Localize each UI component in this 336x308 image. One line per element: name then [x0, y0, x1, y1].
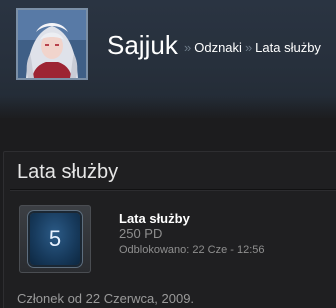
badge-name: Lata służby [119, 211, 190, 226]
avatar-image [18, 10, 86, 78]
breadcrumb-separator: » [244, 40, 253, 55]
member-since: Członek od 22 Czerwca, 2009. [17, 291, 195, 306]
badge-panel: Lata służby 5 Lata służby 250 PD Odbloko… [3, 151, 336, 308]
panel-divider-highlight [10, 190, 336, 191]
avatar[interactable] [16, 8, 88, 80]
panel-title: Lata służby [17, 161, 119, 183]
badge-tile: 5 [19, 205, 91, 273]
badge-unlocked-date: Odblokowano: 22 Cze - 12:56 [119, 244, 265, 256]
breadcrumb-separator: » [184, 40, 192, 55]
years-of-service-badge-icon: 5 [30, 213, 80, 265]
badge-xp: 250 PD [119, 226, 163, 241]
profile-header: Sajjuk » Odznaki» Lata służby [0, 0, 336, 118]
persona-name[interactable]: Sajjuk [107, 30, 178, 60]
badge-detail-page: Sajjuk » Odznaki» Lata służby Lata służby … [0, 0, 336, 308]
breadcrumb-item-badges[interactable]: Odznaki [194, 40, 242, 55]
badge-level: 5 [48, 226, 62, 251]
breadcrumb: » Odznaki» Lata służby [181, 40, 321, 56]
breadcrumb-item-current: Lata służby [255, 40, 321, 55]
